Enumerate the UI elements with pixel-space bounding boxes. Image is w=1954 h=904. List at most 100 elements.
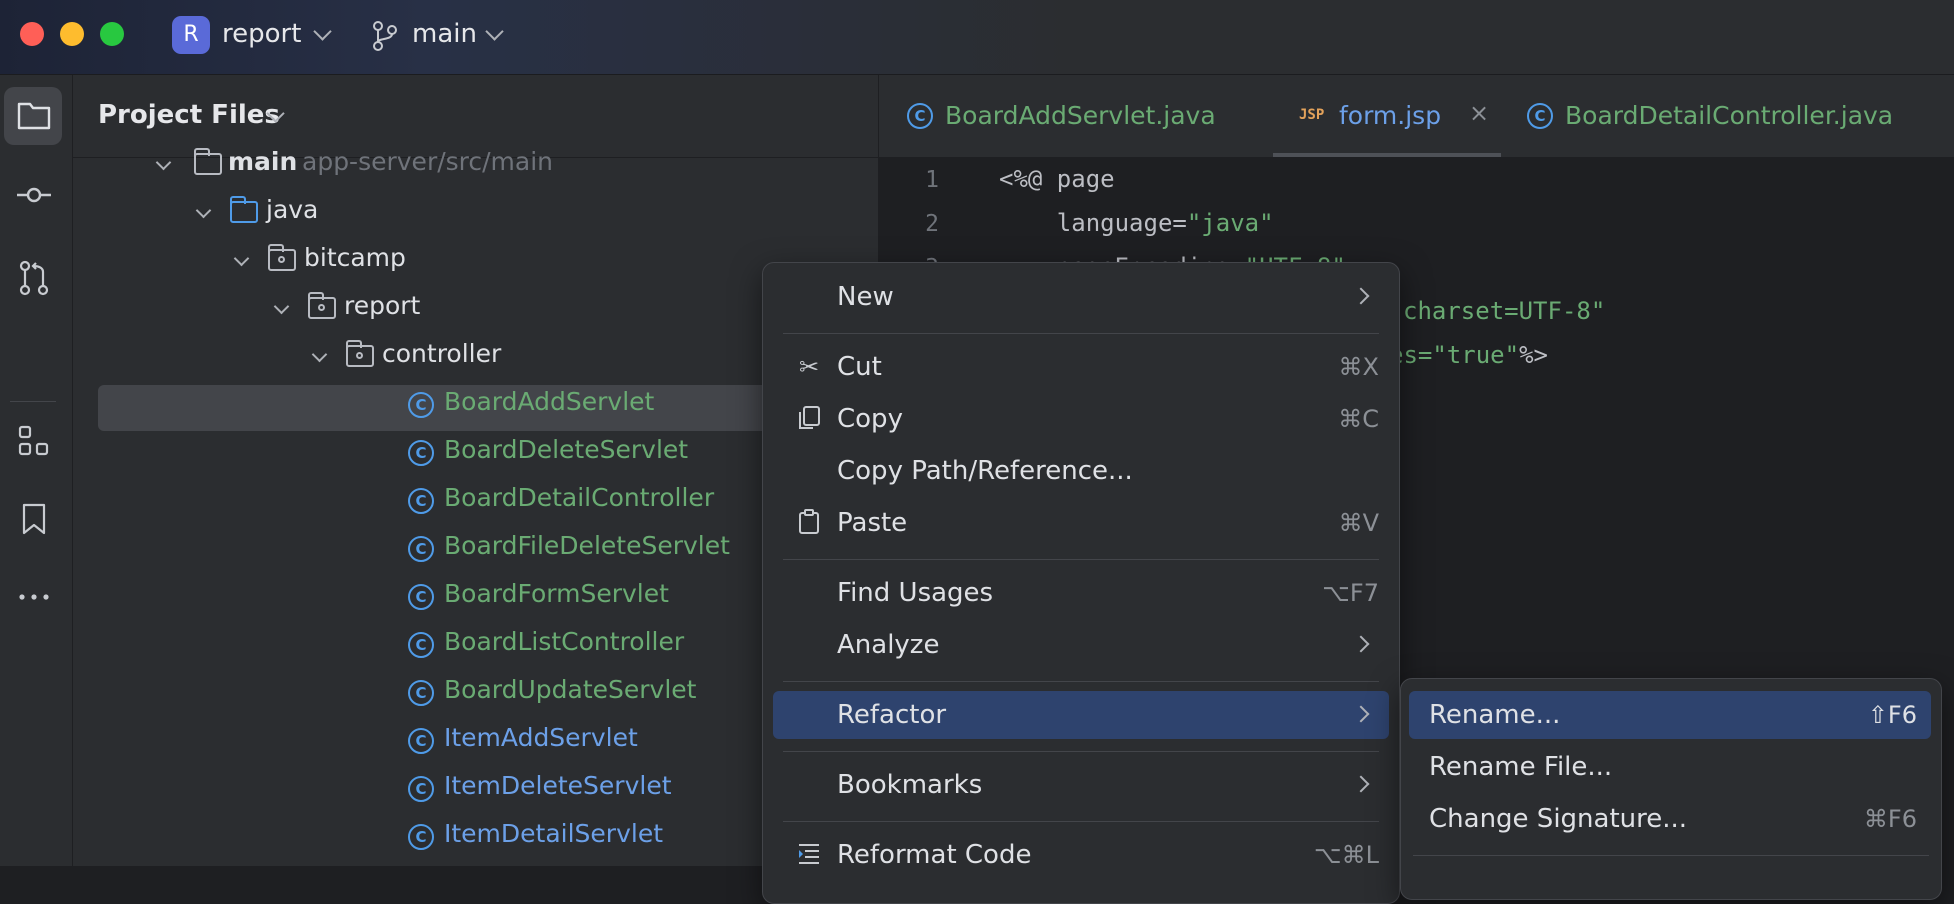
- menu-item-label: Paste: [837, 508, 908, 538]
- class-icon: C: [408, 728, 434, 754]
- toolstrip-divider: [10, 401, 56, 402]
- class-icon: C: [408, 632, 434, 658]
- class-icon: C: [408, 584, 434, 610]
- tab-form-jsp[interactable]: JSP form.jsp ×: [1273, 75, 1501, 157]
- editor-tab-bar: C BoardAddServlet.java JSP form.jsp × C …: [879, 75, 1954, 158]
- menu-divider: [783, 333, 1379, 334]
- package-icon: [308, 292, 336, 319]
- chevron-down-icon[interactable]: [195, 202, 212, 219]
- menu-item-cut[interactable]: ✂ Cut ⌘X: [773, 343, 1389, 391]
- class-icon: C: [408, 488, 434, 514]
- menu-shortcut: ⇧F6: [1867, 701, 1917, 729]
- chevron-down-icon[interactable]: [311, 346, 328, 363]
- tree-row[interactable]: C ItemDetailServlet: [98, 817, 878, 863]
- submenu-item-rename-file[interactable]: Rename File...: [1409, 743, 1931, 791]
- tab-label: form.jsp: [1339, 101, 1442, 130]
- menu-shortcut: ⌘X: [1338, 353, 1379, 381]
- menu-item-label: Analyze: [837, 630, 940, 660]
- tree-label: BoardUpdateServlet: [444, 675, 697, 704]
- menu-item-bookmarks[interactable]: Bookmarks: [773, 761, 1389, 809]
- structure-icon: [18, 425, 49, 456]
- menu-divider: [783, 751, 1379, 752]
- menu-item-new[interactable]: New: [773, 273, 1389, 321]
- structure-tool-button[interactable]: [4, 411, 62, 469]
- close-tab-icon[interactable]: ×: [1469, 99, 1489, 127]
- source-folder-icon: [230, 196, 258, 223]
- tree-row[interactable]: C BoardDetailController: [98, 481, 878, 527]
- menu-item-label: Copy: [837, 404, 903, 434]
- close-window-button[interactable]: [20, 22, 44, 46]
- project-panel: Project Files main app-server/src/main j…: [73, 75, 878, 866]
- zoom-window-button[interactable]: [100, 22, 124, 46]
- menu-item-reformat-code[interactable]: Reformat Code ⌥⌘L: [773, 831, 1389, 879]
- tree-label: ItemDeleteServlet: [444, 771, 672, 800]
- menu-item-copy[interactable]: Copy ⌘C: [773, 395, 1389, 443]
- commit-tool-button[interactable]: [4, 167, 62, 225]
- tree-row[interactable]: C BoardListController: [98, 625, 878, 671]
- menu-item-refactor[interactable]: Refactor: [773, 691, 1389, 739]
- menu-divider: [783, 559, 1379, 560]
- tab-boardaddservlet[interactable]: C BoardAddServlet.java: [879, 75, 1259, 157]
- project-panel-title[interactable]: Project Files: [98, 100, 280, 130]
- class-icon: C: [408, 824, 434, 850]
- jsp-file-icon: JSP: [1299, 107, 1325, 123]
- chevron-down-icon[interactable]: [233, 250, 250, 267]
- code-line: <%@ page: [999, 165, 1115, 193]
- tree-row[interactable]: C BoardAddServlet: [98, 385, 838, 431]
- more-tools-button[interactable]: [4, 567, 62, 625]
- tree-label: BoardAddServlet: [444, 387, 655, 416]
- tree-row[interactable]: C BoardDeleteServlet: [98, 433, 878, 479]
- menu-item-copy-path[interactable]: Copy Path/Reference...: [773, 447, 1389, 495]
- tree-row[interactable]: bitcamp: [98, 241, 878, 287]
- tree-row[interactable]: C ItemDeleteServlet: [98, 769, 878, 815]
- chevron-down-icon: [313, 22, 332, 41]
- tree-row[interactable]: java: [98, 193, 878, 239]
- chevron-down-icon: [485, 22, 504, 41]
- tree-row[interactable]: report: [98, 289, 878, 335]
- submenu-arrow-icon: [1352, 775, 1370, 793]
- submenu-item-label: Change Signature...: [1429, 804, 1688, 834]
- menu-item-label: Bookmarks: [837, 770, 983, 800]
- submenu-item-label: Rename...: [1429, 700, 1561, 730]
- copy-icon: [795, 405, 823, 433]
- menu-item-analyze[interactable]: Analyze: [773, 621, 1389, 669]
- chevron-down-icon[interactable]: [155, 154, 172, 171]
- submenu-item-change-signature[interactable]: Change Signature... ⌘F6: [1409, 795, 1931, 843]
- module-folder-icon: [194, 148, 222, 175]
- tree-label: BoardFormServlet: [444, 579, 669, 608]
- bookmarks-tool-button[interactable]: [4, 489, 62, 547]
- pull-requests-tool-button[interactable]: [4, 247, 62, 305]
- menu-shortcut: ⌘C: [1338, 405, 1379, 433]
- minimize-window-button[interactable]: [60, 22, 84, 46]
- code-line: es="true"%>: [1389, 341, 1548, 369]
- package-icon: [268, 244, 296, 271]
- menu-shortcut: ⌥F7: [1322, 579, 1379, 607]
- menu-shortcut: ⌘F6: [1863, 805, 1917, 833]
- chevron-down-icon[interactable]: [273, 298, 290, 315]
- line-number: 1: [925, 167, 939, 193]
- project-tool-button[interactable]: [4, 87, 62, 145]
- more-icon: [19, 594, 49, 600]
- class-icon: C: [408, 392, 434, 418]
- project-avatar: R: [172, 16, 210, 54]
- menu-item-find-usages[interactable]: Find Usages ⌥F7: [773, 569, 1389, 617]
- tab-boarddetailcontroller[interactable]: C BoardDetailController.java: [1515, 75, 1945, 157]
- tree-row[interactable]: controller: [98, 337, 878, 383]
- tree-label: BoardDetailController: [444, 483, 715, 512]
- submenu-item-rename[interactable]: Rename... ⇧F6: [1409, 691, 1931, 739]
- menu-item-paste[interactable]: Paste ⌘V: [773, 499, 1389, 547]
- tree-row[interactable]: main app-server/src/main: [98, 145, 878, 191]
- tree-row[interactable]: C ItemAddServlet: [98, 721, 878, 767]
- menu-item-label: Find Usages: [837, 578, 994, 608]
- tree-row[interactable]: C BoardUpdateServlet: [98, 673, 878, 719]
- submenu-arrow-icon: [1352, 635, 1370, 653]
- tree-row[interactable]: C BoardFormServlet: [98, 577, 878, 623]
- line-number: 2: [925, 211, 939, 237]
- bookmarks-icon: [22, 503, 46, 535]
- code-line: charset=UTF-8": [1403, 297, 1606, 325]
- class-icon: C: [408, 776, 434, 802]
- pull-request-icon: [19, 260, 49, 296]
- git-branch-icon: [373, 21, 397, 51]
- tree-row[interactable]: C BoardFileDeleteServlet: [98, 529, 878, 575]
- refactor-submenu: Rename... ⇧F6 Rename File... Change Sign…: [1400, 678, 1942, 900]
